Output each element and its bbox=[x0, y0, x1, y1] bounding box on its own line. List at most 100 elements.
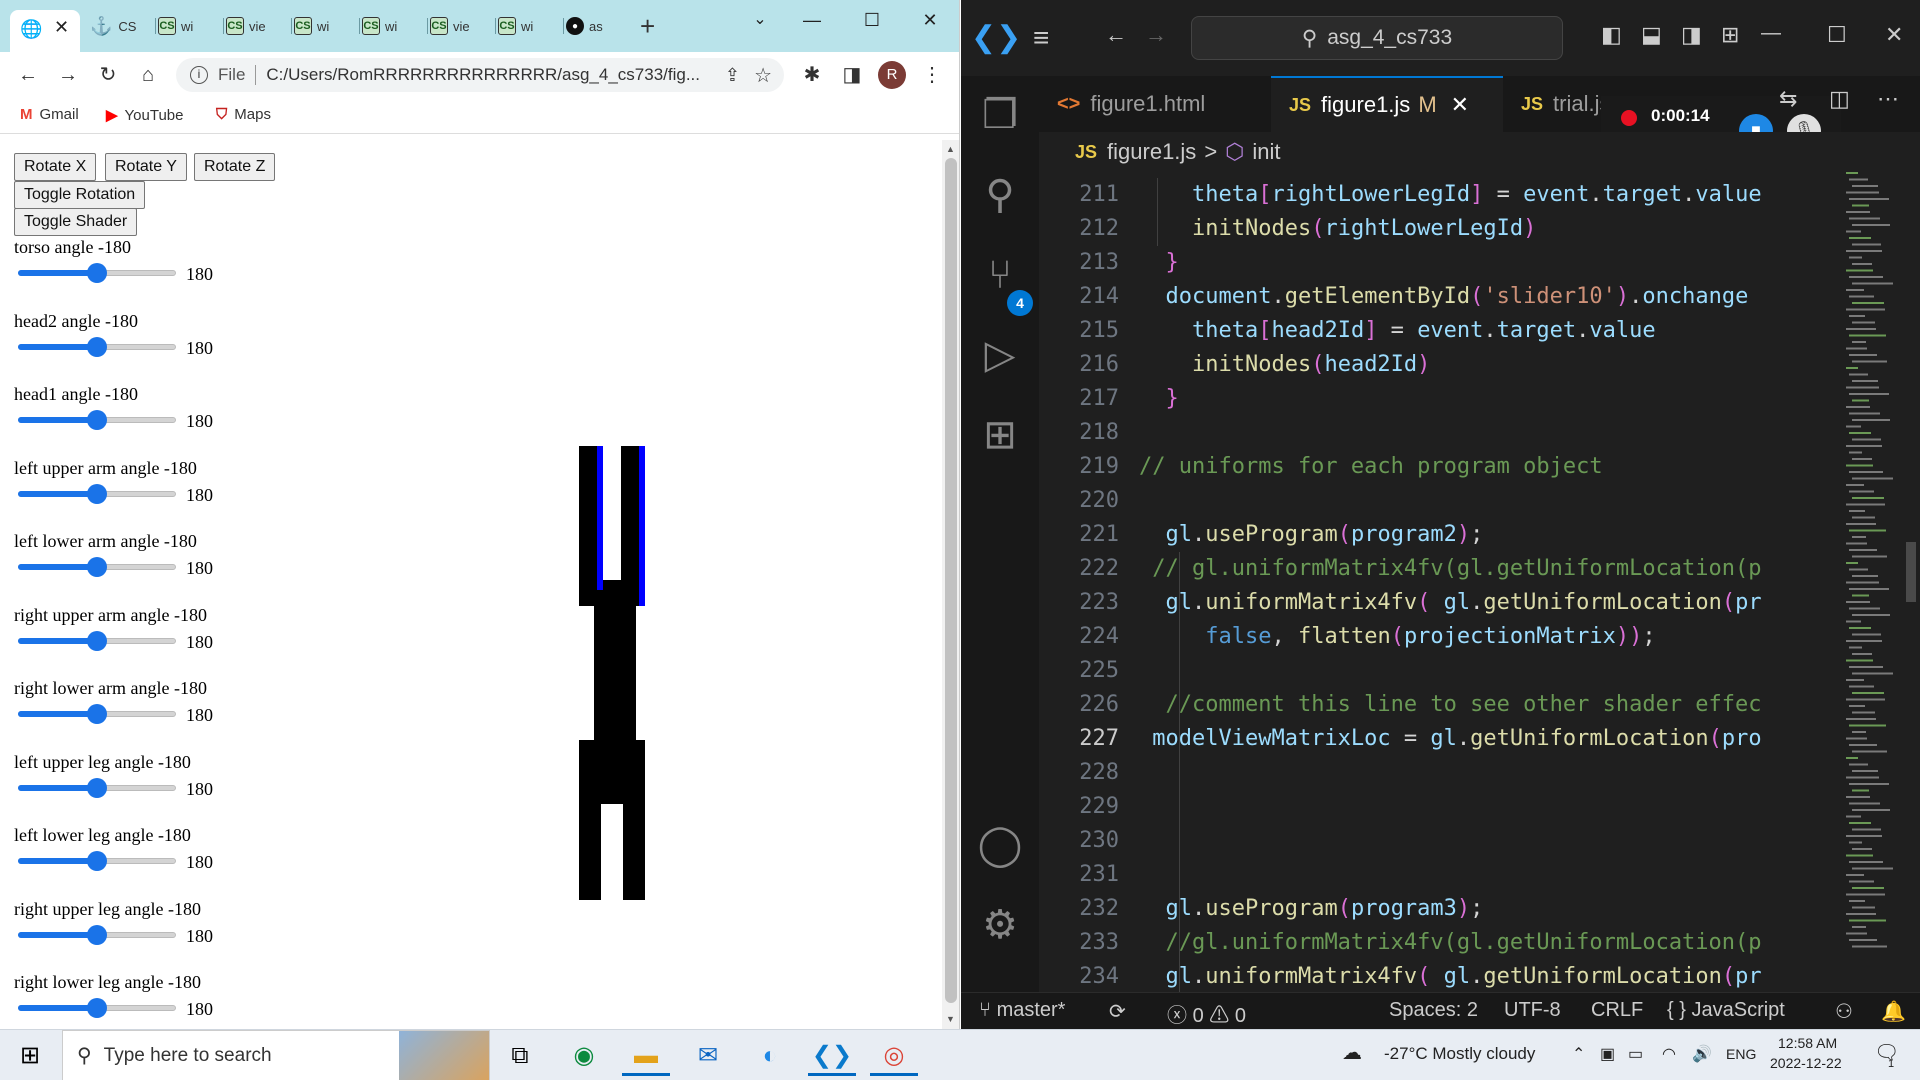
tab[interactable]: CS wi bbox=[294, 11, 360, 41]
code-line[interactable]: 218 bbox=[1039, 416, 1842, 450]
tab[interactable]: CS wi bbox=[362, 11, 428, 41]
slider-thumb[interactable] bbox=[87, 630, 107, 651]
rotate-z-button[interactable]: Rotate Z bbox=[194, 153, 276, 181]
slider-thumb[interactable] bbox=[87, 557, 107, 577]
mail-icon[interactable]: ✉ bbox=[684, 1036, 732, 1076]
share-icon[interactable]: ⇪ bbox=[725, 65, 740, 86]
slider-thumb[interactable] bbox=[87, 998, 107, 1018]
chrome-taskbar-icon[interactable]: ◎ bbox=[870, 1036, 918, 1076]
toggle-secondary-sidebar-icon[interactable]: ◨ bbox=[1681, 22, 1702, 48]
code-line[interactable]: 222 // gl.uniformMatrix4fv(gl.getUniform… bbox=[1039, 552, 1842, 586]
notifications-bell-icon[interactable]: 🔔 bbox=[1881, 999, 1906, 1024]
file-explorer-icon[interactable]: ▬ bbox=[622, 1036, 670, 1076]
nav-forward-icon[interactable]: → bbox=[1145, 22, 1167, 48]
action-center-icon[interactable]: 🗨 bbox=[1874, 1040, 1899, 1065]
search-icon[interactable]: ⚲ bbox=[971, 166, 1029, 224]
slider-thumb[interactable] bbox=[87, 924, 107, 945]
code-line[interactable]: 230 bbox=[1039, 824, 1842, 858]
code-editor[interactable]: 211 theta[rightLowerLegId] = event.targe… bbox=[1039, 172, 1842, 992]
split-editor-icon[interactable]: ◫ bbox=[1829, 86, 1850, 112]
code-line[interactable]: 219 // uniforms for each program object bbox=[1039, 450, 1842, 484]
angle-slider[interactable] bbox=[18, 409, 176, 430]
app-icon[interactable]: ◐ bbox=[746, 1036, 794, 1076]
clock-date[interactable]: 2022-12-22 bbox=[1770, 1055, 1842, 1071]
slider-thumb[interactable] bbox=[87, 483, 107, 504]
account-icon[interactable]: ◯ bbox=[971, 816, 1029, 874]
language-indicator[interactable]: { } JavaScript bbox=[1667, 999, 1785, 1022]
code-line[interactable]: 211 theta[rightLowerLegId] = event.targe… bbox=[1039, 178, 1842, 212]
angle-slider[interactable] bbox=[18, 262, 176, 283]
address-bar[interactable]: i File C:/Users/RomRRRRRRRRRRRRRRR/asg_4… bbox=[176, 58, 784, 92]
live-share-icon[interactable]: ⚇ bbox=[1835, 999, 1853, 1024]
task-view-icon[interactable]: ⧉ bbox=[496, 1036, 544, 1076]
tab[interactable]: CS vie bbox=[226, 11, 292, 41]
profile-avatar[interactable]: R bbox=[878, 61, 906, 89]
code-line[interactable]: 231 bbox=[1039, 858, 1842, 892]
angle-slider[interactable] bbox=[18, 630, 176, 651]
angle-slider[interactable] bbox=[18, 777, 176, 798]
angle-slider[interactable] bbox=[18, 850, 176, 871]
bookmark-maps[interactable]: ⛉ Maps bbox=[216, 106, 271, 123]
code-line[interactable]: 216 initNodes(head2Id) bbox=[1039, 348, 1842, 382]
code-line[interactable]: 228 bbox=[1039, 756, 1842, 790]
angle-slider[interactable] bbox=[18, 924, 176, 945]
breadcrumb-symbol[interactable]: init bbox=[1252, 139, 1280, 165]
run-debug-icon[interactable]: ▷ bbox=[971, 326, 1029, 384]
code-line[interactable]: 223 gl.uniformMatrix4fv( gl.getUniformLo… bbox=[1039, 586, 1842, 620]
minimize-button[interactable]: — bbox=[792, 8, 832, 32]
clock-time[interactable]: 12:58 AM bbox=[1778, 1035, 1837, 1051]
weather-icon[interactable]: ☁ bbox=[1342, 1040, 1362, 1065]
extensions-icon[interactable]: ✱ bbox=[798, 61, 826, 89]
tab-search-chevron-icon[interactable]: ⌄ bbox=[740, 8, 780, 32]
code-line[interactable]: 217 } bbox=[1039, 382, 1842, 416]
volume-icon[interactable]: 🔊 bbox=[1692, 1044, 1712, 1064]
slider-thumb[interactable] bbox=[87, 410, 107, 430]
angle-slider[interactable] bbox=[18, 703, 176, 724]
explorer-icon[interactable]: ❐ bbox=[971, 86, 1029, 144]
menu-kebab-icon[interactable]: ⋮ bbox=[918, 61, 946, 89]
maximize-button[interactable]: ☐ bbox=[852, 8, 892, 32]
bookmark-youtube[interactable]: ▶ YouTube bbox=[106, 106, 184, 125]
slider-thumb[interactable] bbox=[87, 704, 107, 724]
bookmark-star-icon[interactable]: ☆ bbox=[754, 63, 772, 88]
code-line[interactable]: 226 //comment this line to see other sha… bbox=[1039, 688, 1842, 722]
edge-icon[interactable]: ◉ bbox=[560, 1036, 608, 1076]
code-line[interactable]: 233 //gl.uniformMatrix4fv(gl.getUniformL… bbox=[1039, 926, 1842, 960]
tab-active[interactable]: 🌐 ✕ bbox=[10, 10, 80, 52]
tab[interactable]: CS wi bbox=[158, 11, 224, 41]
weather-text[interactable]: -27°C Mostly cloudy bbox=[1384, 1044, 1535, 1064]
slider-thumb[interactable] bbox=[87, 851, 107, 871]
code-line[interactable]: 227 modelViewMatrixLoc = gl.getUniformLo… bbox=[1039, 722, 1842, 756]
page-scrollbar[interactable]: ▲ ▼ bbox=[942, 140, 959, 1029]
code-line[interactable]: 221 gl.useProgram(program2); bbox=[1039, 518, 1842, 552]
back-button[interactable]: ← bbox=[14, 61, 42, 89]
branch-indicator[interactable]: ⑂ master* bbox=[979, 999, 1065, 1022]
rotate-y-button[interactable]: Rotate Y bbox=[105, 153, 187, 181]
vscode-taskbar-icon[interactable]: ❮❯ bbox=[808, 1036, 856, 1076]
scrollbar-thumb[interactable] bbox=[945, 158, 957, 1003]
restore-button[interactable]: ☐ bbox=[1827, 22, 1847, 48]
angle-slider[interactable] bbox=[18, 483, 176, 504]
encoding-indicator[interactable]: UTF-8 bbox=[1504, 999, 1561, 1022]
rotate-x-button[interactable]: Rotate X bbox=[14, 153, 97, 181]
tab[interactable]: CS wi bbox=[498, 11, 564, 41]
indent-indicator[interactable]: Spaces: 2 bbox=[1389, 999, 1478, 1022]
reload-button[interactable]: ↻ bbox=[94, 61, 122, 89]
tray-device-icon[interactable]: ▣ bbox=[1600, 1044, 1615, 1064]
bookmark-gmail[interactable]: M Gmail bbox=[20, 106, 79, 123]
language-indicator[interactable]: ENG bbox=[1726, 1046, 1756, 1062]
code-line[interactable]: 225 bbox=[1039, 654, 1842, 688]
tab[interactable]: CS vie bbox=[430, 11, 496, 41]
sync-icon[interactable]: ⟳ bbox=[1109, 999, 1126, 1024]
slider-thumb[interactable] bbox=[87, 263, 107, 283]
tab-figure1-html[interactable]: <> figure1.html bbox=[1039, 76, 1271, 132]
tray-chevron-icon[interactable]: ⌃ bbox=[1572, 1044, 1585, 1064]
code-line[interactable]: 213 } bbox=[1039, 246, 1842, 280]
extensions-icon[interactable]: ⊞ bbox=[971, 406, 1029, 464]
code-line[interactable]: 234 gl.uniformMatrix4fv( gl.getUniformLo… bbox=[1039, 960, 1842, 992]
compare-changes-icon[interactable]: ⇆ bbox=[1779, 86, 1797, 112]
taskbar-search[interactable]: ⚲ Type here to search bbox=[62, 1030, 490, 1080]
settings-gear-icon[interactable]: ⚙ bbox=[971, 896, 1029, 954]
code-line[interactable]: 220 bbox=[1039, 484, 1842, 518]
customize-layout-icon[interactable]: ⊞ bbox=[1721, 22, 1739, 48]
